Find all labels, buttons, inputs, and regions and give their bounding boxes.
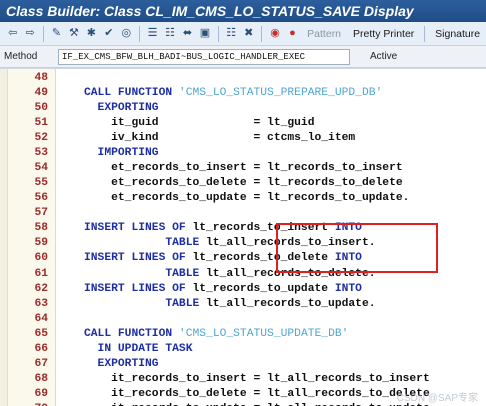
code-line[interactable]: et_records_to_update = lt_records_to_upd… <box>84 191 409 206</box>
line-number: 70 <box>8 402 48 406</box>
code-line[interactable]: it_records_to_delete = lt_all_records_to… <box>84 387 430 402</box>
signature-button[interactable]: Signature <box>429 28 486 40</box>
code-token: iv_kind = ctcms_lo_item <box>84 132 356 145</box>
code-line[interactable]: iv_kind = ctcms_lo_item <box>84 131 355 146</box>
code-token: et_records_to_insert = lt_records_to_ins… <box>84 162 403 175</box>
code-line[interactable]: TABLE lt_all_records_to_update. <box>84 297 376 312</box>
toolbar-separator <box>261 25 263 42</box>
line-number-gutter: 48 49 50 51 52 53 54 55 56 57 58 59 60 61 62 63 64 65 66 67… <box>0 69 56 406</box>
object-list-icon[interactable]: ☰ <box>146 26 159 42</box>
navigation-icon[interactable]: ⬌ <box>181 26 194 42</box>
code-line[interactable]: it_guid = lt_guid <box>84 116 315 131</box>
check-icon[interactable]: ✔ <box>102 26 115 42</box>
code-token: lt_all_records_to_update. <box>206 297 376 310</box>
line-number: 52 <box>34 132 48 145</box>
display-change-icon[interactable]: ⚒ <box>67 26 80 42</box>
line-number: 48 <box>34 72 48 84</box>
line-number: 61 <box>34 267 48 280</box>
line-number: 69 <box>34 387 48 400</box>
keyword-token: INSERT LINES OF <box>84 282 193 295</box>
keyword-token: IMPORTING <box>84 147 159 160</box>
line-number: 67 <box>34 357 48 370</box>
line-number: 57 <box>34 207 48 220</box>
keyword-token: INSERT LINES OF <box>84 222 193 235</box>
code-line[interactable]: EXPORTING <box>84 357 159 372</box>
code-token: it_records_to_delete = lt_all_records_to… <box>84 387 430 400</box>
line-number: 56 <box>34 192 48 205</box>
keyword-token: TABLE <box>84 267 207 280</box>
method-field[interactable]: IF_EX_CMS_BFW_BLH_BADI~BUS_LOGIC_HANDLER… <box>58 48 350 65</box>
keyword-token: TABLE <box>84 297 207 310</box>
keyword-token: EXPORTING <box>84 357 159 370</box>
line-number: 64 <box>34 312 48 325</box>
code-line[interactable]: INSERT LINES OF lt_records_to_update INT… <box>84 282 362 297</box>
session-breakpoint-icon[interactable]: ◉ <box>268 26 281 42</box>
line-number: 63 <box>34 297 48 310</box>
code-line[interactable]: CALL FUNCTION 'CMS_LO_STATUS_PREPARE_UPD… <box>84 86 382 101</box>
keyword-token: CALL FUNCTION <box>84 327 179 340</box>
method-label: Method <box>4 51 38 62</box>
code-token: lt_records_to_update <box>192 282 335 295</box>
keyword-token: TABLE <box>84 237 207 250</box>
code-token: et_records_to_delete = lt_records_to_del… <box>84 177 403 190</box>
code-line[interactable]: it_records_to_insert = lt_all_records_to… <box>84 372 430 387</box>
activate-icon[interactable]: ✱ <box>85 26 98 42</box>
pattern-button[interactable]: Pattern <box>301 28 347 40</box>
toolbar-separator <box>424 25 426 42</box>
back-icon[interactable]: ⇦ <box>6 26 19 42</box>
line-number: 53 <box>34 147 48 160</box>
where-used-icon[interactable]: ◎ <box>120 26 133 42</box>
keyword-token: INTO <box>334 282 362 295</box>
method-status: Active <box>370 51 398 62</box>
line-number: 49 <box>34 87 48 100</box>
line-number: 55 <box>34 177 48 190</box>
code-token: it_records_to_insert = lt_all_records_to… <box>84 372 430 385</box>
application-toolbar: ⇦ ⇨ ✎ ⚒ ✱ ✔ ◎ ☰ ☷ ⬌ ▣ ☷ ✖ ◉ ● Pattern Pr… <box>0 22 486 46</box>
forward-icon[interactable]: ⇨ <box>23 26 36 42</box>
code-token: it_guid = lt_guid <box>84 117 315 130</box>
code-line[interactable]: IN UPDATE TASK <box>84 342 193 357</box>
object-info-icon[interactable]: ☷ <box>225 26 238 42</box>
line-number: 54 <box>34 162 48 175</box>
method-bar: Method IF_EX_CMS_BFW_BLH_BADI~BUS_LOGIC_… <box>0 46 486 68</box>
external-breakpoint-icon[interactable]: ● <box>286 26 299 42</box>
line-number: 50 <box>34 102 48 115</box>
highlight-box <box>276 223 438 273</box>
code-token: et_records_to_update = lt_records_to_upd… <box>84 192 410 205</box>
code-line[interactable]: CALL FUNCTION 'CMS_LO_STATUS_UPDATE_DB' <box>84 327 348 342</box>
keyword-token: CALL FUNCTION <box>84 87 179 100</box>
line-number: 51 <box>34 117 48 130</box>
edit-icon[interactable]: ✎ <box>50 26 63 42</box>
toolbar-separator <box>139 25 140 42</box>
line-number: 62 <box>34 282 48 295</box>
string-token: 'CMS_LO_STATUS_PREPARE_UPD_DB' <box>178 87 383 100</box>
line-number: 58 <box>34 222 48 235</box>
pretty-printer-button[interactable]: Pretty Printer <box>347 28 420 40</box>
window-title: Class Builder: Class CL_IM_CMS_LO_STATUS… <box>0 0 486 22</box>
code-line[interactable]: it_records_to_update = lt_all_records_to… <box>84 402 430 406</box>
code-line[interactable]: EXPORTING <box>84 101 159 116</box>
string-token: 'CMS_LO_STATUS_UPDATE_DB' <box>178 327 349 340</box>
hierarchy-icon[interactable]: ☷ <box>163 26 176 42</box>
line-number: 65 <box>34 327 48 340</box>
toolbar-separator <box>217 25 219 42</box>
fold-strip <box>0 69 8 406</box>
keyword-token: EXPORTING <box>84 102 159 115</box>
toolbar-separator <box>42 25 44 42</box>
enhance-icon[interactable]: ▣ <box>198 26 211 42</box>
line-number: 59 <box>34 237 48 250</box>
line-number: 66 <box>34 342 48 355</box>
line-number: 60 <box>34 252 48 265</box>
code-line[interactable]: et_records_to_delete = lt_records_to_del… <box>84 176 403 191</box>
keyword-token: INSERT LINES OF <box>84 252 193 265</box>
line-number: 68 <box>34 372 48 385</box>
code-line[interactable]: IMPORTING <box>84 146 159 161</box>
code-editor[interactable]: 48 49 50 51 52 53 54 55 56 57 58 59 60 61 62 63 64 65 66 67… <box>0 68 486 406</box>
code-line[interactable]: et_records_to_insert = lt_records_to_ins… <box>84 161 403 176</box>
breakpoint-icon[interactable]: ✖ <box>242 26 255 42</box>
keyword-token: IN UPDATE TASK <box>84 342 193 355</box>
watermark: CSDN @SAP专家 <box>396 393 478 404</box>
